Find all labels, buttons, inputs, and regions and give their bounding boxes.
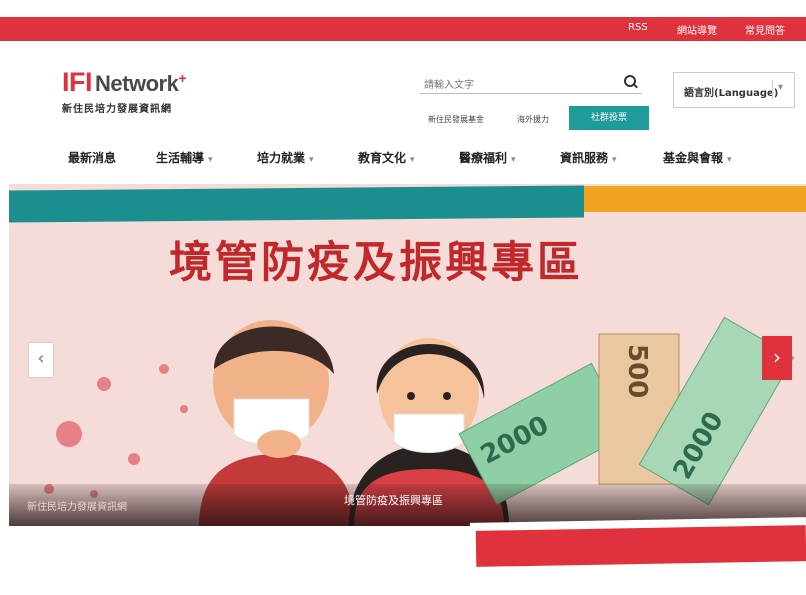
- nav-item-info[interactable]: 資訊服務 ▾: [560, 149, 617, 166]
- language-label: 語言別(Language): [684, 88, 779, 99]
- chevron-down-icon: ▾: [309, 155, 314, 165]
- main-nav: 最新消息 生活輔導 ▾ 培力就業 ▾ 教育文化 ▾ 醫療福利 ▾ 資訊服務 ▾ 基金與會報…: [0, 149, 806, 171]
- carousel-prev-button[interactable]: ‹: [29, 343, 53, 377]
- language-divider: [772, 81, 773, 99]
- language-select[interactable]: 語言別(Language) ▾: [673, 72, 795, 108]
- faq-link[interactable]: 常見問答: [745, 22, 785, 37]
- logo-network-text: Network: [95, 71, 179, 96]
- chevron-down-icon: ▾: [208, 155, 213, 165]
- search-box: [420, 73, 642, 95]
- banner-title: 境管防疫及振興專區: [169, 238, 583, 288]
- nav-item-education[interactable]: 教育文化 ▾: [358, 149, 415, 166]
- hero-carousel[interactable]: 境管防疫及振興專區 2000 500 2000 新住民培力發展資訊網 境管防疫及…: [9, 184, 806, 526]
- search-icon[interactable]: [624, 75, 638, 89]
- sitemap-link[interactable]: 網站導覽: [677, 22, 717, 37]
- quick-link-fund[interactable]: 新住民發展基金: [428, 114, 484, 125]
- chevron-down-icon: ▾: [727, 155, 732, 165]
- logo-letter-i: I: [62, 67, 70, 97]
- logo-wordmark: IFI Network+: [62, 69, 186, 97]
- search-input[interactable]: [420, 76, 618, 95]
- slide-caption[interactable]: 境管防疫及振興專區: [344, 492, 443, 508]
- nav-item-fund[interactable]: 基金與會報 ▾: [663, 149, 732, 166]
- nav-item-life[interactable]: 生活輔導 ▾: [156, 149, 213, 166]
- logo-subtitle: 新住民培力發展資訊網: [62, 104, 172, 115]
- decor-red-stripe: [475, 525, 806, 567]
- chevron-down-icon: ▾: [612, 155, 617, 165]
- logo-letter-f: F: [69, 67, 86, 97]
- site-logo[interactable]: IFI Network+ 新住民培力發展資訊網: [62, 69, 186, 116]
- quick-action-button[interactable]: 社群投票: [569, 106, 649, 130]
- rss-link[interactable]: RSS: [628, 22, 648, 33]
- logo-bar: I: [85, 67, 93, 97]
- chevron-down-icon: ▾: [410, 155, 415, 165]
- quick-link-overseas[interactable]: 海外援力: [517, 114, 549, 125]
- nav-item-welfare[interactable]: 醫療福利 ▾: [459, 149, 516, 166]
- chevron-down-icon: ▾: [511, 155, 516, 165]
- chevron-down-icon: ▾: [778, 82, 784, 93]
- svg-text:500: 500: [622, 344, 652, 398]
- nav-item-news[interactable]: 最新消息: [68, 149, 116, 166]
- logo-plus: +: [178, 70, 187, 86]
- carousel-next-button[interactable]: ›: [762, 336, 792, 380]
- caption-site-name: 新住民培力發展資訊網: [27, 502, 127, 513]
- nav-item-employment[interactable]: 培力就業 ▾: [257, 149, 314, 166]
- decor-teal-stripe: [9, 185, 584, 223]
- top-utility-bar: RSS 網站導覽 常見問答: [0, 17, 806, 41]
